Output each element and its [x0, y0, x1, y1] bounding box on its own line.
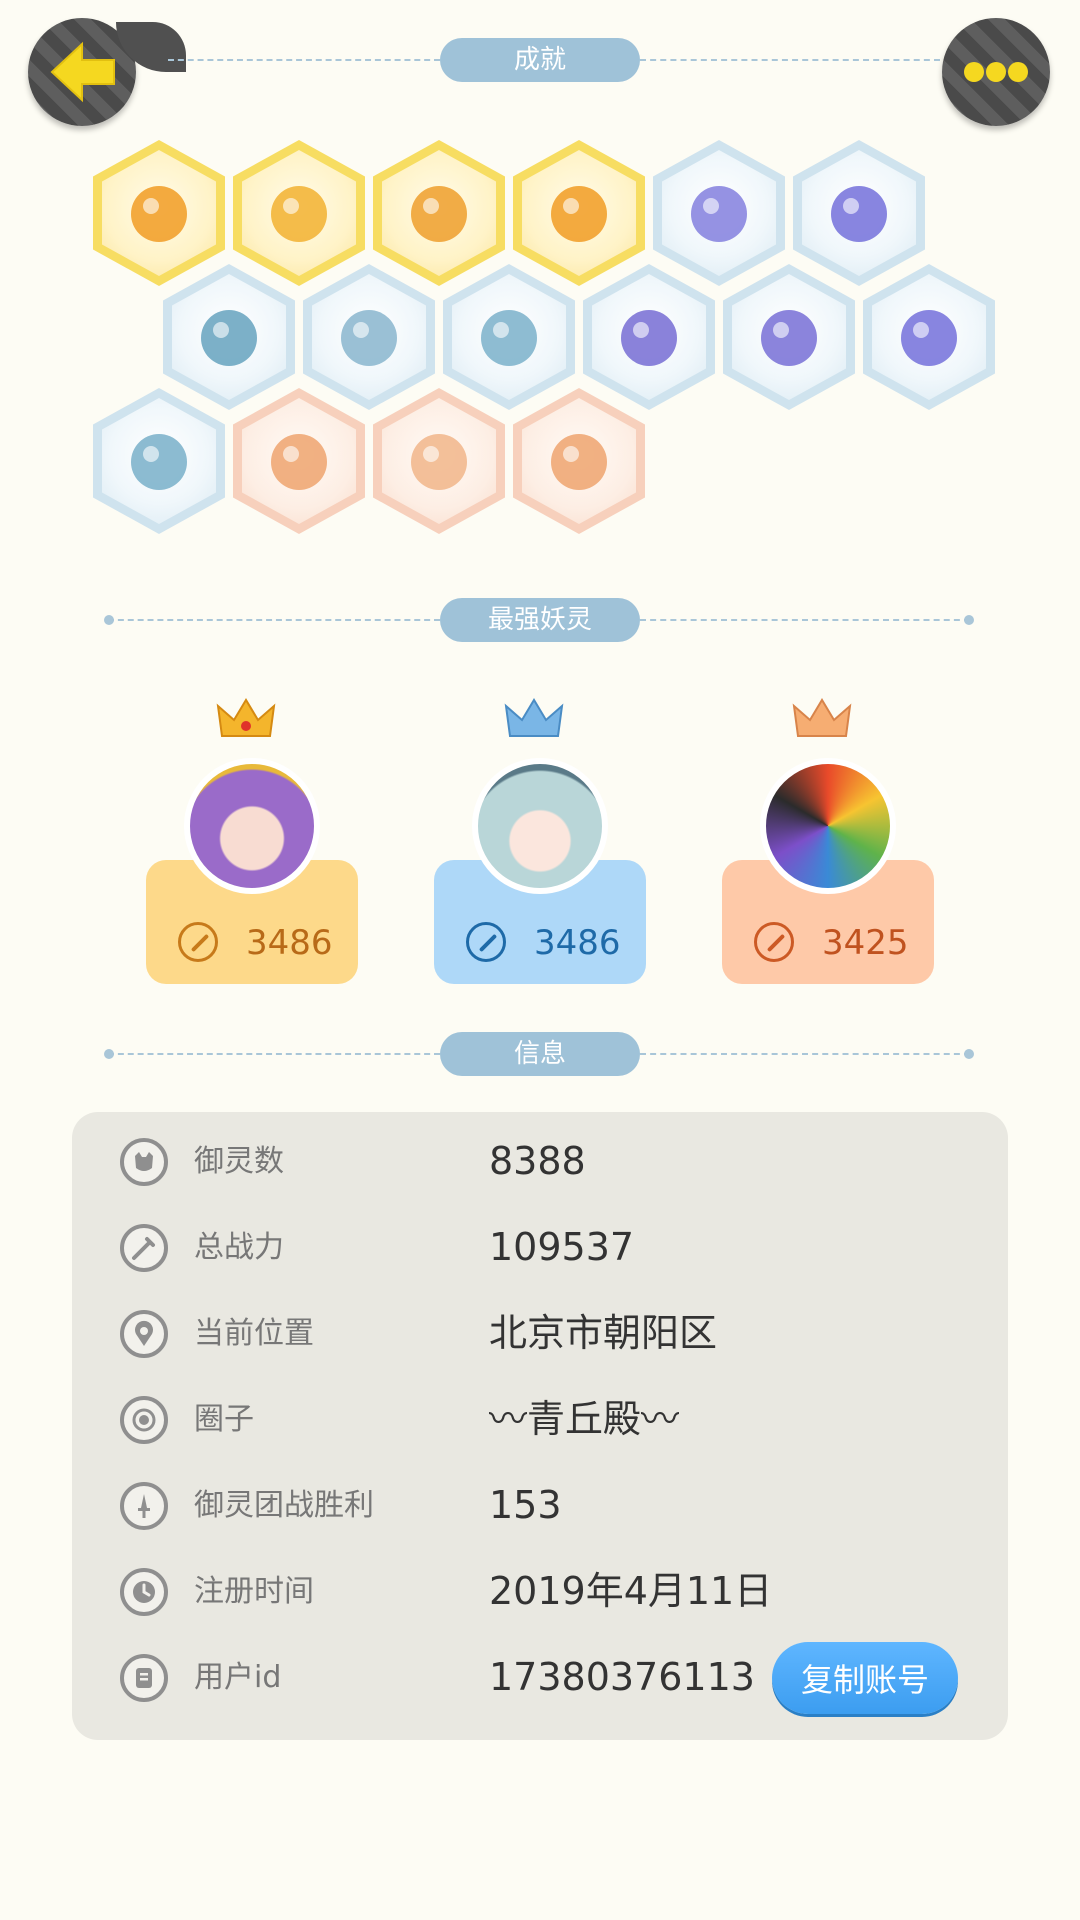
info-header: 信息 — [0, 1032, 1080, 1076]
stroller-cat-icon — [271, 434, 327, 490]
achievement-badge[interactable] — [513, 140, 645, 286]
info-row-circle: 圈子 〰青丘殿〰 — [72, 1380, 1008, 1466]
spirit-figure-icon — [481, 310, 537, 366]
info-row-total-power: 总战力 109537 — [72, 1208, 1008, 1294]
crystal-icon — [341, 310, 397, 366]
info-label: 总战力 — [194, 1230, 284, 1265]
yin-yang-swirl-icon — [411, 186, 467, 242]
sword-icon — [178, 922, 218, 962]
sneaker-icon — [691, 186, 747, 242]
info-row-location: 当前位置 北京市朝阳区 — [72, 1294, 1008, 1380]
achievement-badge[interactable] — [723, 264, 855, 410]
achievement-badge[interactable] — [863, 264, 995, 410]
purple-hair-spirit-avatar — [184, 758, 320, 894]
copy-account-button[interactable]: 复制账号 — [772, 1642, 958, 1714]
info-value: 8388 — [489, 1139, 586, 1183]
scroll-portal-icon — [901, 310, 957, 366]
clock-icon — [120, 1568, 168, 1616]
yin-yang-card-icon — [621, 310, 677, 366]
info-row-user-id: 用户id 17380376113 复制账号 — [72, 1638, 1008, 1724]
spirit-power: 3486 — [246, 923, 333, 963]
info-label: 用户id — [194, 1660, 282, 1695]
bronze-crown-icon — [792, 698, 852, 737]
achievements-header: 成就 — [0, 38, 1080, 82]
id-card-icon — [120, 1654, 168, 1702]
dagger-icon — [120, 1482, 168, 1530]
info-title: 信息 — [440, 1032, 640, 1076]
top-spirit-1[interactable]: 3486 — [146, 696, 358, 986]
circle-target-icon — [120, 1396, 168, 1444]
achievement-badge[interactable] — [583, 264, 715, 410]
achievement-badge[interactable] — [233, 388, 365, 534]
divider-line — [640, 619, 970, 621]
divider-line — [640, 1053, 970, 1055]
info-row-register-time: 注册时间 2019年4月11日 — [72, 1552, 1008, 1638]
info-value: 〰青丘殿〰 — [489, 1397, 680, 1441]
strongest-title: 最强妖灵 — [440, 598, 640, 642]
info-label: 御灵数 — [194, 1144, 284, 1179]
blue-crown-icon — [504, 698, 564, 737]
top-spirit-3[interactable]: 3425 — [722, 696, 934, 986]
sword-icon — [120, 1224, 168, 1272]
achievement-badge[interactable] — [163, 264, 295, 410]
top-spirit-2[interactable]: 3486 — [434, 696, 646, 986]
divider-line — [108, 1053, 440, 1055]
gold-crown-icon — [216, 698, 276, 737]
portal-ring-icon — [831, 186, 887, 242]
divider-dot — [964, 615, 974, 625]
info-value: 109537 — [489, 1225, 635, 1269]
achievement-badge[interactable] — [793, 140, 925, 286]
achievement-badge[interactable] — [653, 140, 785, 286]
horned-spirit-icon — [131, 434, 187, 490]
sword-icon — [754, 922, 794, 962]
info-label: 当前位置 — [194, 1316, 314, 1351]
info-value: 2019年4月11日 — [489, 1569, 773, 1613]
silver-hair-spirit-avatar — [472, 758, 608, 894]
spirit-count-icon — [120, 1138, 168, 1186]
info-value: 17380376113 — [489, 1655, 755, 1699]
location-pin-icon — [120, 1310, 168, 1358]
koi-fish-icon — [761, 310, 817, 366]
info-value: 北京市朝阳区 — [489, 1311, 718, 1355]
info-row-team-wins: 御灵团战胜利 153 — [72, 1466, 1008, 1552]
sword-icon — [466, 922, 506, 962]
fox-book-icon — [551, 434, 607, 490]
divider-dot — [964, 1049, 974, 1059]
moon-planet-icon — [201, 310, 257, 366]
spirit-power: 3486 — [534, 923, 621, 963]
achievement-badge[interactable] — [373, 388, 505, 534]
achievement-badge[interactable] — [443, 264, 575, 410]
info-panel: 御灵数 8388 总战力 109537 当前位置 北京市朝阳区 圈子 〰青丘殿〰… — [72, 1112, 1008, 1740]
fox-spirit-icon — [551, 186, 607, 242]
achievement-badge[interactable] — [303, 264, 435, 410]
crystal-dragon-spirit-avatar — [760, 758, 896, 894]
achievement-badge[interactable] — [373, 140, 505, 286]
achievements-title: 成就 — [440, 38, 640, 82]
info-label: 注册时间 — [194, 1574, 314, 1609]
cat-pair-icon — [411, 434, 467, 490]
divider-line — [108, 619, 440, 621]
achievement-badge[interactable] — [513, 388, 645, 534]
achievement-badge[interactable] — [93, 140, 225, 286]
fox-face-icon — [131, 186, 187, 242]
info-label: 御灵团战胜利 — [194, 1488, 374, 1523]
strongest-header: 最强妖灵 — [0, 598, 1080, 642]
gold-orb-icon — [271, 186, 327, 242]
spirit-power: 3425 — [822, 923, 909, 963]
info-row-spirit-count: 御灵数 8388 — [72, 1122, 1008, 1208]
achievement-badge[interactable] — [93, 388, 225, 534]
divider-line — [168, 59, 440, 61]
info-label: 圈子 — [194, 1402, 254, 1437]
achievement-badge[interactable] — [233, 140, 365, 286]
info-value: 153 — [489, 1483, 562, 1527]
divider-line — [640, 59, 940, 61]
